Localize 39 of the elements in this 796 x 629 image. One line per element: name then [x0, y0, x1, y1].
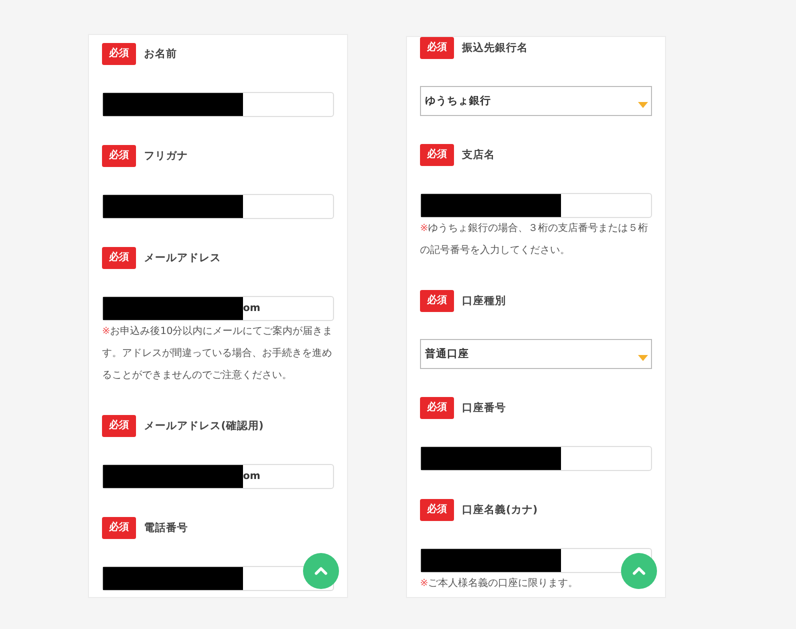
input-field[interactable]: om [102, 296, 334, 321]
required-badge: 必須 [420, 290, 454, 312]
select-field[interactable]: ゆうちょ銀行 [420, 86, 652, 116]
note-text: ※ご本人様名義の口座に限ります。 [420, 576, 580, 591]
field-label: メールアドレス [144, 251, 221, 265]
select-value: ゆうちょ銀行 [425, 94, 491, 108]
input-field[interactable] [420, 548, 652, 573]
field-label: 電話番号 [144, 521, 188, 535]
field-label: メールアドレス(確認用) [144, 419, 264, 433]
input-field[interactable] [102, 566, 334, 591]
required-badge: 必須 [420, 37, 454, 59]
required-badge: 必須 [420, 397, 454, 419]
caret-icon [638, 102, 648, 108]
input-value: om [243, 471, 260, 482]
input-value: om [243, 303, 260, 314]
field-label: 口座種別 [462, 294, 506, 308]
required-badge: 必須 [102, 43, 136, 65]
input-field[interactable] [420, 446, 652, 471]
required-badge: 必須 [102, 517, 136, 539]
select-field[interactable]: 普通口座 [420, 339, 652, 369]
note-text: ※お申込み後10分以内にメールにてご案内が届きます。アドレスが間違っている場合、お手続きを進めることができませんのでご注意ください。 [102, 324, 334, 383]
field-label: フリガナ [144, 149, 188, 163]
field-label: 口座番号 [462, 401, 506, 415]
note-text: ※ゆうちょ銀行の場合、３桁の支店番号または５桁の記号番号を入力してください。 [420, 222, 650, 258]
input-field[interactable] [102, 92, 334, 117]
select-value: 普通口座 [425, 347, 469, 361]
caret-icon [638, 355, 648, 361]
field-label: 振込先銀行名 [462, 41, 528, 55]
input-field[interactable] [420, 193, 652, 218]
required-badge: 必須 [420, 144, 454, 166]
required-badge: 必須 [102, 247, 136, 269]
required-badge: 必須 [102, 145, 136, 167]
required-badge: 必須 [420, 499, 454, 521]
field-label: 口座名義(カナ) [462, 503, 538, 517]
field-label: 支店名 [462, 148, 495, 162]
field-label: お名前 [144, 47, 177, 61]
input-field[interactable] [102, 194, 334, 219]
required-badge: 必須 [102, 415, 136, 437]
input-field[interactable]: om [102, 464, 334, 489]
